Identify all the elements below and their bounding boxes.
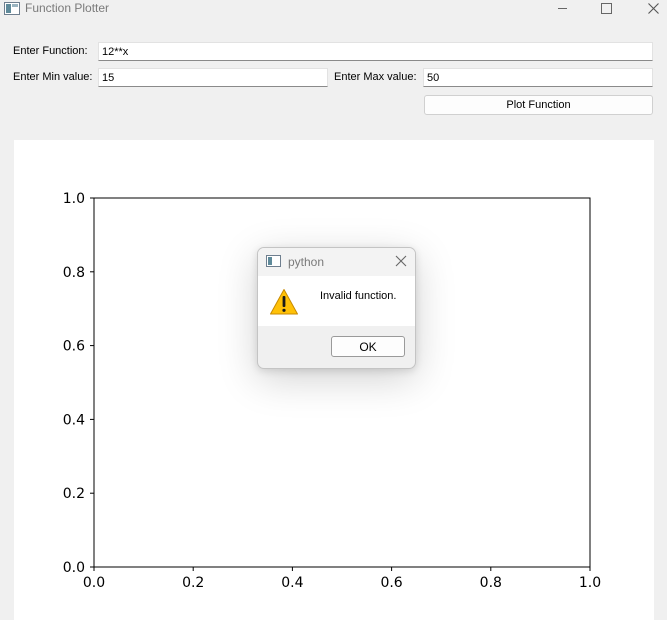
dialog-close-button[interactable] [394, 254, 408, 268]
y-tick-label: 1.0 [63, 191, 85, 207]
dialog-app-icon [266, 255, 281, 267]
message-box-body: Invalid function. [258, 276, 415, 326]
max-value-input[interactable]: 50 [423, 68, 653, 87]
dialog-title: python [288, 255, 325, 269]
close-icon [647, 2, 659, 14]
y-tick-label: 0.4 [63, 412, 85, 428]
x-tick-label: 0.0 [83, 575, 105, 591]
message-box-header: python [258, 248, 415, 276]
app-icon [4, 2, 20, 15]
close-button[interactable] [631, 0, 667, 16]
function-label: Enter Function: [13, 45, 88, 57]
function-input[interactable]: 12**x [98, 42, 653, 61]
title-bar: Function Plotter [0, 0, 667, 22]
maximize-button[interactable] [584, 0, 628, 16]
x-tick-label: 0.4 [281, 575, 303, 591]
y-tick-label: 0.8 [63, 265, 85, 281]
message-box: python Invalid function. OK [257, 247, 416, 369]
ok-button[interactable]: OK [331, 336, 405, 357]
plot-function-button[interactable]: Plot Function [424, 95, 653, 115]
y-tick-label: 0.2 [63, 486, 85, 502]
warning-icon [270, 289, 298, 315]
x-tick-label: 1.0 [579, 575, 601, 591]
minimize-button[interactable] [540, 0, 584, 16]
x-tick-label: 0.8 [480, 575, 502, 591]
plot-svg: 0.0 0.2 0.4 0.6 0.8 1.0 0.0 0.2 0.4 0.6 0.8 1.0 [63, 191, 601, 591]
x-tick-label: 0.6 [380, 575, 402, 591]
min-value-input[interactable]: 15 [98, 68, 328, 87]
y-tick-label: 0.0 [63, 560, 85, 576]
x-tick-label: 0.2 [182, 575, 204, 591]
plot-canvas: 0.0 0.2 0.4 0.6 0.8 1.0 0.0 0.2 0.4 0.6 0.8 1.0 [14, 140, 654, 620]
min-value-label: Enter Min value: [13, 71, 93, 83]
y-tick-label: 0.6 [63, 339, 85, 355]
max-value-label: Enter Max value: [334, 71, 417, 83]
dialog-message: Invalid function. [320, 290, 397, 302]
window-title: Function Plotter [25, 1, 110, 15]
